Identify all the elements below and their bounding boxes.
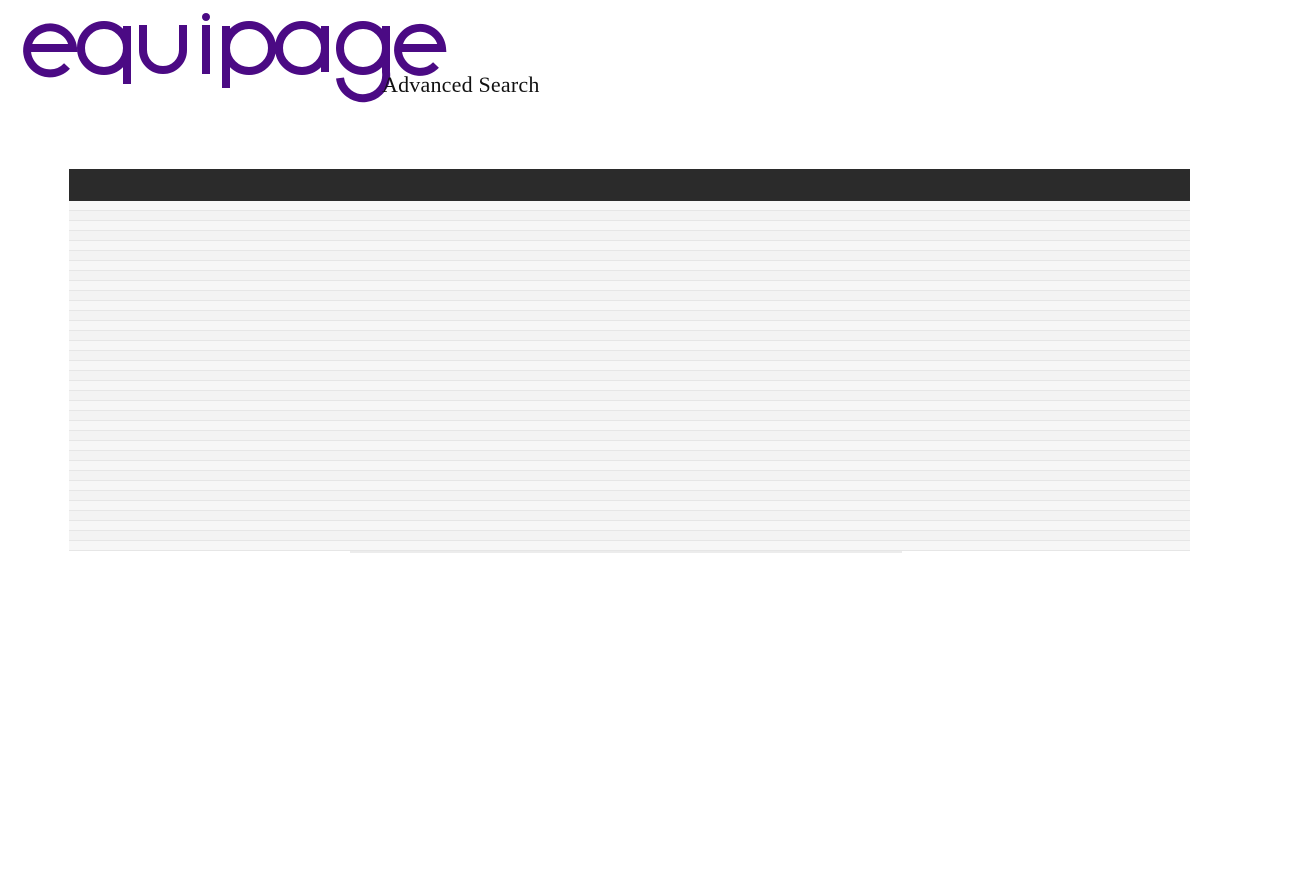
table-row[interactable]	[69, 281, 1190, 291]
table-row[interactable]	[69, 331, 1190, 341]
table-row[interactable]	[69, 261, 1190, 271]
table-row[interactable]	[69, 491, 1190, 501]
table-row[interactable]	[69, 531, 1190, 541]
results-pagination-bar	[350, 551, 902, 553]
table-row[interactable]	[69, 511, 1190, 521]
table-row[interactable]	[69, 451, 1190, 461]
table-row[interactable]	[69, 501, 1190, 511]
table-row[interactable]	[69, 361, 1190, 371]
table-row[interactable]	[69, 291, 1190, 301]
table-row[interactable]	[69, 441, 1190, 451]
table-row[interactable]	[69, 201, 1190, 211]
table-row[interactable]	[69, 541, 1190, 551]
table-row[interactable]	[69, 211, 1190, 221]
table-row[interactable]	[69, 231, 1190, 241]
table-row[interactable]	[69, 351, 1190, 361]
table-row[interactable]	[69, 401, 1190, 411]
results-table-body	[69, 201, 1190, 551]
page: Advanced Search	[0, 0, 1301, 874]
table-row[interactable]	[69, 371, 1190, 381]
table-row[interactable]	[69, 391, 1190, 401]
table-row[interactable]	[69, 481, 1190, 491]
table-row[interactable]	[69, 241, 1190, 251]
table-row[interactable]	[69, 411, 1190, 421]
advanced-search-title: Advanced Search	[382, 72, 540, 97]
table-row[interactable]	[69, 421, 1190, 431]
table-row[interactable]	[69, 251, 1190, 261]
results-table	[69, 169, 1190, 553]
table-row[interactable]	[69, 311, 1190, 321]
table-row[interactable]	[69, 521, 1190, 531]
results-table-header	[69, 169, 1190, 201]
table-row[interactable]	[69, 301, 1190, 311]
table-row[interactable]	[69, 321, 1190, 331]
table-row[interactable]	[69, 341, 1190, 351]
table-row[interactable]	[69, 381, 1190, 391]
table-row[interactable]	[69, 221, 1190, 231]
table-row[interactable]	[69, 461, 1190, 471]
table-row[interactable]	[69, 431, 1190, 441]
table-row[interactable]	[69, 471, 1190, 481]
table-row[interactable]	[69, 271, 1190, 281]
